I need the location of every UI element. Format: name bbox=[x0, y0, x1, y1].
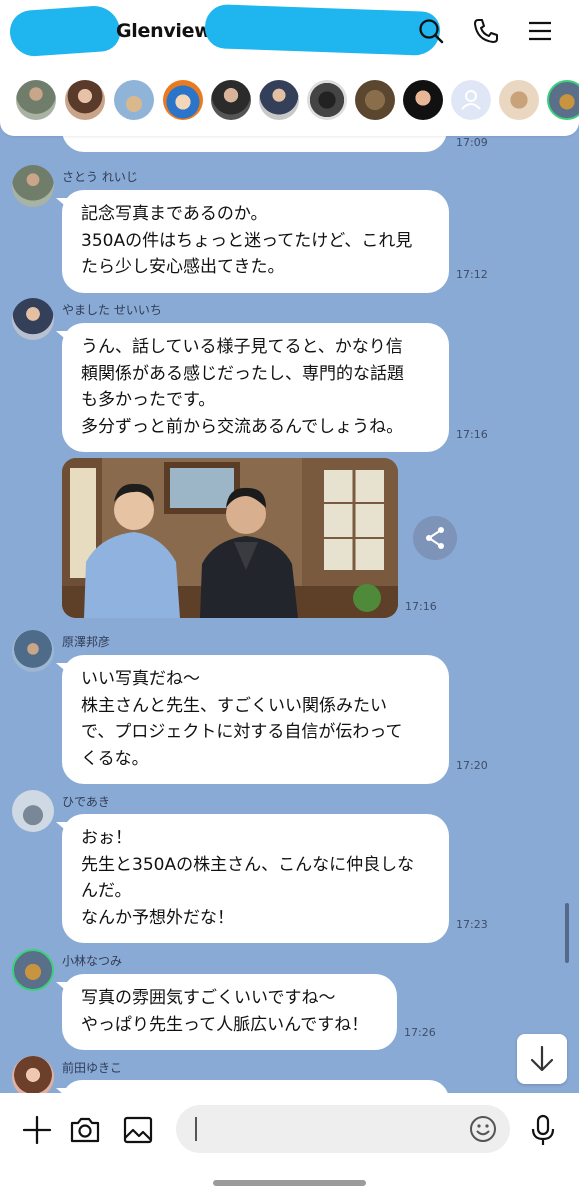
sender-name: ひであき bbox=[62, 795, 110, 809]
camera-icon[interactable] bbox=[68, 1113, 102, 1147]
scrollbar-thumb[interactable] bbox=[565, 903, 569, 963]
sender-name: 小林なつみ bbox=[62, 954, 123, 968]
message-line: で、プロジェクトに対する自信が伝わって bbox=[81, 722, 403, 742]
plus-icon[interactable] bbox=[20, 1113, 54, 1147]
message-bubble[interactable] bbox=[62, 1080, 449, 1093]
message-line: 350Aの件はちょっと迷ってたけど、これ見 bbox=[81, 230, 413, 251]
member-avatar[interactable] bbox=[211, 80, 251, 120]
member-strip bbox=[0, 64, 579, 136]
message-line: うん、話している様子見てると、かなり信 bbox=[81, 337, 403, 357]
message-line: くるな。 bbox=[81, 748, 149, 769]
emoji-icon[interactable] bbox=[468, 1114, 498, 1144]
sender-avatar[interactable] bbox=[12, 298, 54, 340]
message-line: んだ。 bbox=[81, 881, 132, 901]
sender-avatar[interactable] bbox=[12, 949, 54, 991]
sender-name: 前田ゆきこ bbox=[62, 1061, 123, 1075]
phone-icon[interactable] bbox=[471, 16, 501, 46]
redaction-scribble bbox=[8, 4, 122, 58]
sender-name: 原澤邦彦 bbox=[62, 635, 111, 649]
message-line: 株主さんと先生、すごくいい関係みたい bbox=[81, 695, 387, 716]
message-bubble[interactable]: 写真の雰囲気すごくいいですね～ やっぱり先生って人脈広いんですね！ bbox=[62, 974, 397, 1050]
member-avatar[interactable] bbox=[16, 80, 56, 120]
member-avatar[interactable] bbox=[163, 80, 203, 120]
message-bubble-previous[interactable] bbox=[62, 136, 447, 152]
chat-header: Glenview bbox=[0, 0, 579, 64]
chat-area[interactable]: 17:09 さとう れいじ 記念写真まであるのか。 350Aの件はちょっと迷って… bbox=[0, 136, 579, 1093]
home-indicator[interactable] bbox=[213, 1180, 366, 1186]
message-input-bar bbox=[0, 1093, 579, 1200]
image-icon[interactable] bbox=[121, 1113, 155, 1147]
message-line: なんか予想外だな！ bbox=[81, 907, 234, 928]
member-avatar[interactable] bbox=[403, 80, 443, 120]
sender-name: やました せいいち bbox=[62, 303, 162, 317]
two-men-seated-photo bbox=[62, 458, 398, 618]
redaction-scribble bbox=[204, 3, 441, 57]
message-time: 17:16 bbox=[456, 428, 488, 441]
message-time: 17:20 bbox=[456, 759, 488, 772]
sender-name: さとう れいじ bbox=[62, 170, 138, 184]
member-avatar[interactable] bbox=[355, 80, 395, 120]
sender-avatar[interactable] bbox=[12, 790, 54, 832]
message-time: 17:26 bbox=[404, 1026, 436, 1039]
sender-avatar[interactable] bbox=[12, 1056, 54, 1093]
shared-photo[interactable] bbox=[62, 458, 398, 618]
message-time: 17:16 bbox=[405, 600, 437, 613]
message-time: 17:09 bbox=[456, 136, 488, 149]
message-line: も多かったです。 bbox=[81, 390, 216, 410]
message-line: 先生と350Aの株主さん、こんなに仲良しな bbox=[81, 854, 415, 875]
message-line: 頼関係がある感じだったし、専門的な話題 bbox=[81, 363, 404, 384]
text-caret bbox=[195, 1117, 197, 1141]
member-avatar[interactable] bbox=[259, 80, 299, 120]
sender-avatar[interactable] bbox=[12, 630, 54, 672]
chat-title[interactable]: Glenview bbox=[116, 20, 212, 42]
message-time: 17:12 bbox=[456, 268, 488, 281]
member-avatar[interactable] bbox=[547, 80, 579, 120]
message-line: おぉ！ bbox=[81, 828, 132, 848]
member-avatar[interactable] bbox=[65, 80, 105, 120]
message-line: たら少し安心感出てきた。 bbox=[81, 257, 285, 277]
member-avatar[interactable] bbox=[114, 80, 154, 120]
menu-icon[interactable] bbox=[525, 16, 555, 46]
mic-icon[interactable] bbox=[526, 1113, 560, 1147]
message-bubble[interactable]: 記念写真まであるのか。 350Aの件はちょっと迷ってたけど、これ見 たら少し安心… bbox=[62, 190, 449, 293]
message-line: 多分ずっと前から交流あるんでしょうね。 bbox=[81, 416, 404, 437]
message-line: いい写真だね～ bbox=[81, 669, 200, 689]
sender-avatar[interactable] bbox=[12, 165, 54, 207]
message-input[interactable] bbox=[176, 1105, 510, 1153]
member-avatar[interactable] bbox=[307, 80, 347, 120]
member-avatar[interactable] bbox=[499, 80, 539, 120]
message-bubble[interactable]: いい写真だね～ 株主さんと先生、すごくいい関係みたい で、プロジェクトに対する自… bbox=[62, 655, 449, 784]
message-line: 写真の雰囲気すごくいいですね～ bbox=[81, 988, 336, 1008]
message-bubble[interactable]: うん、話している様子見てると、かなり信 頼関係がある感じだったし、専門的な話題 … bbox=[62, 323, 449, 452]
default-avatar-icon[interactable] bbox=[451, 80, 491, 120]
search-icon[interactable] bbox=[416, 16, 446, 46]
scroll-down-icon[interactable] bbox=[517, 1034, 567, 1084]
message-bubble[interactable]: おぉ！ 先生と350Aの株主さん、こんなに仲良しな んだ。 なんか予想外だな！ bbox=[62, 814, 449, 943]
share-icon[interactable] bbox=[413, 516, 457, 560]
message-time: 17:23 bbox=[456, 918, 488, 931]
message-line: やっぱり先生って人脈広いんですね！ bbox=[81, 1014, 369, 1035]
message-line: 記念写真まであるのか。 bbox=[81, 204, 268, 224]
